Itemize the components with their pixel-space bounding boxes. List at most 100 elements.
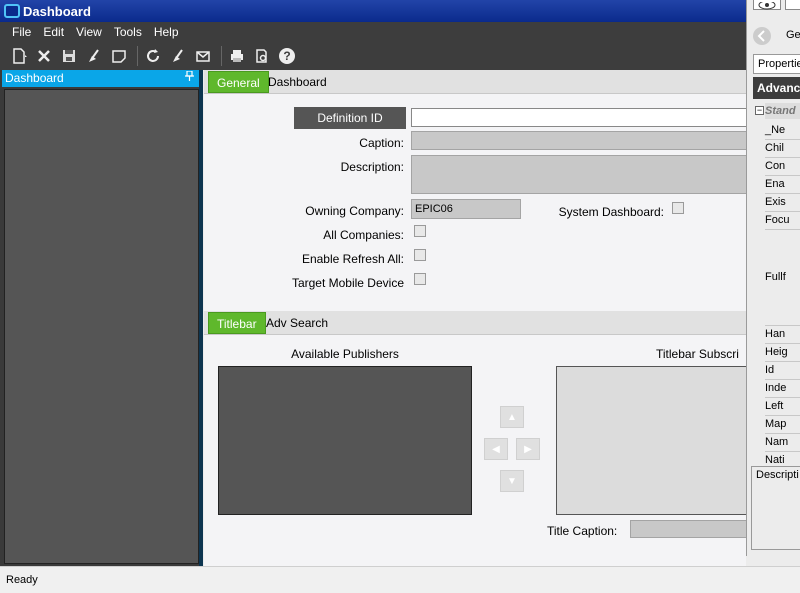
prop-divider bbox=[765, 325, 800, 326]
properties-pane: Gen Propertie Advance − Stand _Ne Chil C… bbox=[746, 0, 800, 556]
owning-company-label: Owning Company: bbox=[305, 204, 404, 218]
arrow-up-icon: ▲ bbox=[507, 411, 517, 423]
clear-icon[interactable] bbox=[83, 45, 105, 67]
definition-id-button[interactable]: Definition ID bbox=[294, 107, 406, 129]
title-caption-label: Title Caption: bbox=[547, 524, 618, 538]
prop-row[interactable]: Exis bbox=[765, 196, 786, 208]
system-dashboard-checkbox[interactable] bbox=[672, 202, 684, 214]
print-preview-icon[interactable] bbox=[251, 45, 273, 67]
tab-titlebar[interactable]: Titlebar bbox=[208, 312, 266, 334]
note-icon[interactable] bbox=[108, 45, 130, 67]
enable-refresh-all-checkbox[interactable] bbox=[414, 249, 426, 261]
toolbar: ? bbox=[0, 42, 746, 70]
prop-divider bbox=[765, 379, 800, 380]
help-icon[interactable]: ? bbox=[276, 45, 298, 67]
prop-divider bbox=[765, 229, 800, 230]
prop-row[interactable]: Nam bbox=[765, 436, 788, 448]
prop-row[interactable]: Id bbox=[765, 364, 774, 376]
pane-button[interactable] bbox=[785, 0, 800, 10]
prop-divider bbox=[765, 193, 800, 194]
target-mobile-device-checkbox[interactable] bbox=[414, 273, 426, 285]
print-icon[interactable] bbox=[226, 45, 248, 67]
move-left-button[interactable]: ◀ bbox=[484, 438, 508, 460]
back-icon[interactable] bbox=[753, 27, 771, 45]
status-bar: Ready bbox=[0, 566, 800, 593]
description-box: Descripti bbox=[751, 466, 800, 550]
group-standard: Stand bbox=[765, 103, 800, 119]
prop-row[interactable]: Nati bbox=[765, 454, 785, 466]
sub-tabstrip: Titlebar Adv Search bbox=[204, 311, 746, 335]
move-up-button[interactable]: ▲ bbox=[500, 406, 524, 428]
svg-text:?: ? bbox=[283, 49, 290, 63]
email-icon[interactable] bbox=[192, 45, 214, 67]
menu-tools[interactable]: Tools bbox=[114, 25, 142, 39]
main-panel: General Dashboard Definition ID Caption:… bbox=[204, 70, 746, 566]
prop-row[interactable]: Left bbox=[765, 400, 783, 412]
description-title: Descripti bbox=[756, 469, 799, 481]
menu-help[interactable]: Help bbox=[154, 25, 179, 39]
prop-row[interactable]: Con bbox=[765, 160, 785, 172]
arrow-right-icon: ▶ bbox=[524, 443, 532, 455]
right-tab-general[interactable]: Gen bbox=[786, 29, 800, 41]
prop-row[interactable]: _Ne bbox=[765, 124, 785, 136]
prop-divider bbox=[765, 343, 800, 344]
description-field[interactable] bbox=[411, 155, 746, 194]
tab-dashboard[interactable]: Dashboard bbox=[260, 71, 335, 93]
left-pane-header: Dashboard bbox=[2, 70, 199, 87]
app-icon bbox=[4, 4, 20, 18]
menu-bar: File Edit View Tools Help bbox=[0, 22, 746, 42]
all-companies-checkbox[interactable] bbox=[414, 225, 426, 237]
caption-label: Caption: bbox=[359, 136, 404, 150]
left-pane-tree[interactable] bbox=[4, 89, 199, 564]
move-right-button[interactable]: ▶ bbox=[516, 438, 540, 460]
owning-company-value: EPIC06 bbox=[415, 203, 453, 215]
definition-id-input[interactable] bbox=[411, 108, 746, 127]
prop-row[interactable]: Fullf bbox=[765, 271, 786, 283]
titlebar-subscribers-label: Titlebar Subscri bbox=[656, 347, 739, 361]
left-pane: Dashboard bbox=[0, 70, 203, 566]
prop-divider bbox=[765, 139, 800, 140]
system-dashboard-label: System Dashboard: bbox=[558, 205, 664, 219]
status-text: Ready bbox=[6, 574, 38, 586]
properties-tab[interactable]: Propertie bbox=[753, 54, 800, 74]
properties-header: Advance bbox=[753, 77, 800, 99]
clear-all-icon[interactable] bbox=[167, 45, 189, 67]
toolbar-separator bbox=[221, 46, 222, 66]
new-icon[interactable] bbox=[8, 45, 30, 67]
close-x-icon[interactable] bbox=[33, 45, 55, 67]
available-publishers-list[interactable] bbox=[218, 366, 472, 515]
pin-icon[interactable] bbox=[185, 70, 194, 87]
save-icon[interactable] bbox=[58, 45, 80, 67]
caption-field[interactable] bbox=[411, 131, 746, 150]
window-title: Dashboard bbox=[23, 3, 91, 19]
prop-divider bbox=[765, 361, 800, 362]
menu-edit[interactable]: Edit bbox=[43, 25, 64, 39]
prop-row[interactable]: Chil bbox=[765, 142, 784, 154]
prop-divider bbox=[765, 175, 800, 176]
prop-divider bbox=[765, 415, 800, 416]
target-mobile-device-label: Target Mobile Device bbox=[291, 276, 404, 290]
prop-row[interactable]: Focu bbox=[765, 214, 789, 226]
prop-row[interactable]: Map bbox=[765, 418, 786, 430]
view-icon[interactable] bbox=[753, 0, 781, 10]
title-caption-field[interactable] bbox=[630, 520, 746, 538]
titlebar-subscribers-list[interactable] bbox=[556, 366, 746, 515]
prop-row[interactable]: Inde bbox=[765, 382, 786, 394]
prop-row[interactable]: Han bbox=[765, 328, 785, 340]
enable-refresh-all-label: Enable Refresh All: bbox=[301, 252, 404, 266]
prop-row[interactable]: Heig bbox=[765, 346, 788, 358]
left-pane-title: Dashboard bbox=[5, 71, 64, 85]
all-companies-label: All Companies: bbox=[323, 228, 404, 242]
menu-view[interactable]: View bbox=[76, 25, 102, 39]
splitter[interactable] bbox=[199, 70, 203, 566]
prop-divider bbox=[765, 211, 800, 212]
menu-file[interactable]: File bbox=[12, 25, 31, 39]
tab-adv-search[interactable]: Adv Search bbox=[258, 312, 336, 334]
collapse-icon[interactable]: − bbox=[755, 106, 764, 115]
description-label: Description: bbox=[340, 160, 404, 174]
prop-row[interactable]: Ena bbox=[765, 178, 785, 190]
refresh-icon[interactable] bbox=[142, 45, 164, 67]
move-down-button[interactable]: ▼ bbox=[500, 470, 524, 492]
prop-divider bbox=[765, 157, 800, 158]
prop-divider bbox=[765, 451, 800, 452]
